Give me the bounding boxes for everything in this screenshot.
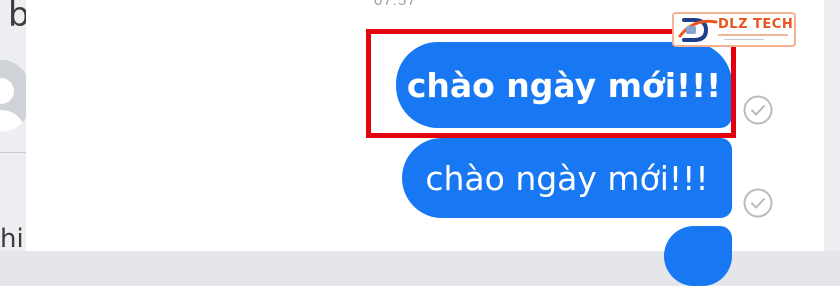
message-timestamp: 07:57 xyxy=(374,0,417,9)
message-text: chào ngày mới!!! xyxy=(425,158,709,198)
contact-name-fragment-bottom: hi xyxy=(0,224,24,254)
dlz-logo-icon xyxy=(678,18,718,42)
brand-name: DLZ TECH xyxy=(718,17,794,32)
seen-check-icon xyxy=(743,188,773,218)
brand-tagline-line xyxy=(718,34,788,36)
contact-list-edge: b hi xyxy=(0,0,32,254)
brand-tagline-line xyxy=(724,39,764,40)
message-bubble[interactable] xyxy=(664,226,732,286)
message-bubble[interactable]: chào ngày mới!!! xyxy=(402,138,732,218)
scrollbar-track[interactable] xyxy=(824,0,840,251)
divider xyxy=(0,152,26,153)
seen-check-icon xyxy=(743,95,773,125)
brand-watermark: DLZ TECH xyxy=(672,12,796,47)
